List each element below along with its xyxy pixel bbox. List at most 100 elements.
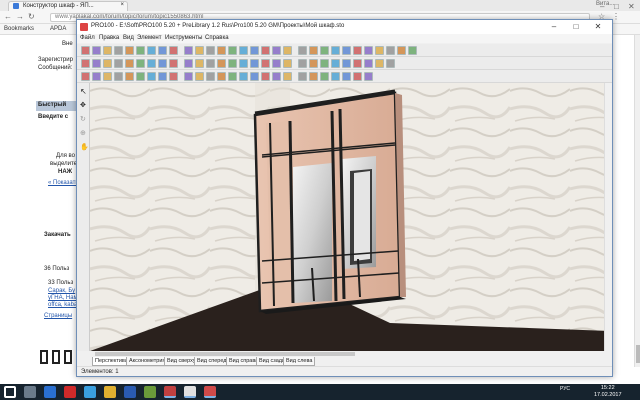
tray-clock[interactable]: 15:22 17.02.2017 xyxy=(594,385,622,399)
edit-tool-icon[interactable] xyxy=(158,72,167,81)
bookmark-bookmarks[interactable]: Bookmarks xyxy=(4,26,34,32)
tool-icon[interactable] xyxy=(353,46,362,55)
store-icon[interactable] xyxy=(84,386,96,398)
task-view-icon[interactable] xyxy=(24,386,36,398)
wardrobe[interactable] xyxy=(253,89,406,314)
tool-icon[interactable] xyxy=(136,46,145,55)
view-tool-icon[interactable] xyxy=(298,59,307,68)
menu-tools[interactable]: Инструменты xyxy=(165,35,202,41)
edge-icon[interactable] xyxy=(44,386,56,398)
tool-icon[interactable] xyxy=(408,46,417,55)
view-tool-icon[interactable] xyxy=(309,59,318,68)
edit-tool-icon[interactable] xyxy=(228,72,237,81)
edit-tool-icon[interactable] xyxy=(125,72,134,81)
tool-icon[interactable] xyxy=(195,46,204,55)
media-icon[interactable] xyxy=(164,386,176,398)
3d-viewport[interactable] xyxy=(90,83,610,351)
tool-icon[interactable] xyxy=(397,46,406,55)
windows-start-icon[interactable] xyxy=(4,386,16,398)
view-tool-icon[interactable] xyxy=(320,59,329,68)
view-tool-icon[interactable] xyxy=(147,59,156,68)
word-icon[interactable] xyxy=(124,386,136,398)
tool-icon[interactable] xyxy=(331,46,340,55)
view-tool-icon[interactable] xyxy=(353,59,362,68)
tab-axonometry[interactable]: Аксонометрия xyxy=(126,357,169,366)
view-tool-icon[interactable] xyxy=(272,59,281,68)
view-tool-icon[interactable] xyxy=(125,59,134,68)
tool-icon[interactable] xyxy=(228,46,237,55)
view-tool-icon[interactable] xyxy=(195,59,204,68)
edit-tool-icon[interactable] xyxy=(353,72,362,81)
calc-icon[interactable] xyxy=(144,386,156,398)
view-tool-icon[interactable] xyxy=(261,59,270,68)
tool-icon[interactable] xyxy=(125,46,134,55)
opera-icon[interactable] xyxy=(64,386,76,398)
edit-tool-icon[interactable] xyxy=(272,72,281,81)
app-maximize-button[interactable]: □ xyxy=(567,21,585,33)
page-scrollbar[interactable] xyxy=(634,35,640,367)
browser-maximize-button[interactable]: □ xyxy=(614,2,619,11)
view-tool-icon[interactable] xyxy=(81,59,90,68)
tool-icon[interactable] xyxy=(103,46,112,55)
edit-tool-icon[interactable] xyxy=(184,72,193,81)
view-tool-icon[interactable] xyxy=(92,59,101,68)
menu-help[interactable]: Справка xyxy=(205,35,229,41)
menu-element[interactable]: Элемент xyxy=(137,35,161,41)
view-tool-icon[interactable] xyxy=(375,59,384,68)
edit-tool-icon[interactable] xyxy=(81,72,90,81)
rotate-icon[interactable]: ↻ xyxy=(80,115,86,123)
tool-icon[interactable] xyxy=(184,46,193,55)
edit-tool-icon[interactable] xyxy=(195,72,204,81)
view-tool-icon[interactable] xyxy=(364,59,373,68)
edit-tool-icon[interactable] xyxy=(92,72,101,81)
move-icon[interactable]: ✥ xyxy=(80,101,86,109)
explorer-icon[interactable] xyxy=(104,386,116,398)
browser-user-label[interactable]: Вита... xyxy=(596,1,614,7)
edit-tool-icon[interactable] xyxy=(103,72,112,81)
tool-icon[interactable] xyxy=(298,46,307,55)
edit-tool-icon[interactable] xyxy=(114,72,123,81)
tab-left-view[interactable]: Вид слева xyxy=(283,357,316,366)
view-tool-icon[interactable] xyxy=(250,59,259,68)
tool-icon[interactable] xyxy=(272,46,281,55)
app-minimize-button[interactable]: – xyxy=(545,21,563,33)
user-link[interactable]: Сарак, Бу xyxy=(48,288,75,294)
app-close-button[interactable]: ✕ xyxy=(589,21,607,33)
chrome-icon[interactable] xyxy=(184,386,196,398)
edit-tool-icon[interactable] xyxy=(147,72,156,81)
zoom-icon[interactable]: ⊕ xyxy=(80,129,86,137)
tool-icon[interactable] xyxy=(169,46,178,55)
tool-icon[interactable] xyxy=(206,46,215,55)
bookmark-apda[interactable]: APDA xyxy=(50,26,66,32)
tool-icon[interactable] xyxy=(386,46,395,55)
edit-tool-icon[interactable] xyxy=(309,72,318,81)
tool-icon[interactable] xyxy=(147,46,156,55)
edit-tool-icon[interactable] xyxy=(283,72,292,81)
pages-link[interactable]: Страницы xyxy=(44,313,72,319)
viewport-vscrollbar[interactable] xyxy=(604,83,612,351)
menu-icon[interactable]: ⋮ xyxy=(612,12,620,21)
tool-icon[interactable] xyxy=(283,46,292,55)
view-tool-icon[interactable] xyxy=(386,59,395,68)
reload-icon[interactable]: ↻ xyxy=(28,12,35,21)
user-link[interactable]: offca, kaba xyxy=(48,302,77,308)
tool-icon[interactable] xyxy=(92,46,101,55)
edit-tool-icon[interactable] xyxy=(206,72,215,81)
edit-tool-icon[interactable] xyxy=(320,72,329,81)
browser-minimize-button[interactable]: – xyxy=(600,2,604,11)
tool-icon[interactable] xyxy=(158,46,167,55)
tool-icon[interactable] xyxy=(239,46,248,55)
view-tool-icon[interactable] xyxy=(103,59,112,68)
tool-icon[interactable] xyxy=(250,46,259,55)
menu-view[interactable]: Вид xyxy=(123,35,134,41)
cursor-icon[interactable]: ↖ xyxy=(80,87,87,96)
tool-icon[interactable] xyxy=(81,46,90,55)
edit-tool-icon[interactable] xyxy=(136,72,145,81)
view-tool-icon[interactable] xyxy=(228,59,237,68)
edit-tool-icon[interactable] xyxy=(298,72,307,81)
view-tool-icon[interactable] xyxy=(342,59,351,68)
user-link[interactable]: уГНА, Нам xyxy=(48,295,78,301)
view-tool-icon[interactable] xyxy=(283,59,292,68)
view-tool-icon[interactable] xyxy=(136,59,145,68)
edit-tool-icon[interactable] xyxy=(261,72,270,81)
